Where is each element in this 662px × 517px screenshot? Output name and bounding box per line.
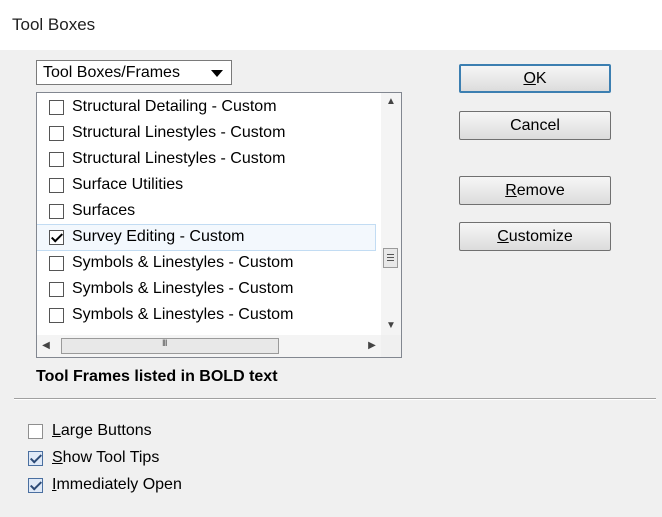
scroll-up-icon[interactable]: ▲	[381, 93, 401, 111]
bold-frames-note: Tool Frames listed in BOLD text	[36, 368, 278, 385]
list-item-label: Symbols & Linestyles - Custom	[72, 254, 294, 271]
customize-accelerator: C	[497, 228, 509, 245]
list-item-checkbox[interactable]	[49, 126, 64, 141]
ok-button[interactable]: OK	[459, 64, 611, 93]
scroll-down-icon[interactable]: ▼	[381, 317, 401, 335]
list-item-label: Surface Utilities	[72, 176, 184, 193]
cancel-button[interactable]: Cancel	[459, 111, 611, 140]
ok-label-rest: K	[535, 70, 547, 87]
list-item-selected[interactable]: Survey Editing - Custom	[37, 224, 376, 251]
tool-box-list[interactable]: Structural Detailing - Custom Structural…	[36, 92, 402, 358]
horizontal-scrollbar[interactable]: ◀ ▶	[37, 335, 381, 357]
large-buttons-label: Large Buttons	[52, 422, 152, 439]
list-item-label: Structural Linestyles - Custom	[72, 150, 286, 167]
tool-boxes-dialog: Tool Boxes Tool Boxes/Frames Structural …	[0, 0, 662, 517]
show-tool-tips-label: Show Tool Tips	[52, 449, 160, 466]
list-item-label: Structural Detailing - Custom	[72, 98, 277, 115]
list-item-checkbox[interactable]	[49, 282, 64, 297]
large-buttons-checkbox[interactable]	[28, 424, 43, 439]
immediately-open-label: Immediately Open	[52, 476, 182, 493]
vertical-scrollbar[interactable]: ▲ ▼	[381, 93, 401, 335]
list-item-label: Survey Editing - Custom	[72, 228, 245, 245]
immediately-open-checkbox[interactable]	[28, 478, 43, 493]
vertical-scroll-thumb[interactable]	[383, 248, 398, 268]
remove-label-rest: emove	[516, 182, 565, 199]
list-item[interactable]: Surface Utilities	[37, 173, 375, 198]
chevron-down-icon	[211, 70, 223, 77]
list-item[interactable]: Symbols & Linestyles - Custom	[37, 251, 375, 276]
scroll-left-icon[interactable]: ◀	[37, 335, 55, 357]
list-item[interactable]: Structural Linestyles - Custom	[37, 147, 375, 172]
list-item-checkbox[interactable]	[49, 152, 64, 167]
list-item-checkbox[interactable]	[49, 178, 64, 193]
list-item-checkbox[interactable]	[49, 204, 64, 219]
list-item-checkbox[interactable]	[49, 308, 64, 323]
list-item-label: Surfaces	[72, 202, 136, 219]
customize-button[interactable]: Customize	[459, 222, 611, 251]
title-bar: Tool Boxes	[0, 0, 662, 50]
list-item-label: Symbols & Linestyles - Custom	[72, 280, 294, 297]
horizontal-scroll-thumb[interactable]	[61, 338, 279, 354]
list-item-label: Structural Linestyles - Custom	[72, 124, 286, 141]
list-item-checkbox[interactable]	[49, 100, 64, 115]
dropdown-selected-value: Tool Boxes/Frames	[43, 64, 180, 81]
scrollbar-corner	[381, 335, 401, 357]
remove-button[interactable]: Remove	[459, 176, 611, 205]
customize-label-rest: ustomize	[508, 228, 573, 245]
list-item-checkbox[interactable]	[49, 256, 64, 271]
list-item[interactable]: Symbols & Linestyles - Custom	[37, 303, 375, 328]
list-item-label: Symbols & Linestyles - Custom	[72, 306, 294, 323]
list-item[interactable]: Structural Linestyles - Custom	[37, 121, 375, 146]
ok-accelerator: O	[523, 70, 536, 87]
list-item[interactable]: Structural Detailing - Custom	[37, 95, 375, 120]
scroll-right-icon[interactable]: ▶	[363, 335, 381, 357]
window-title: Tool Boxes	[12, 15, 96, 34]
divider	[14, 398, 656, 400]
show-tool-tips-checkbox[interactable]	[28, 451, 43, 466]
remove-accelerator: R	[505, 182, 517, 199]
list-item-checkbox[interactable]	[49, 230, 64, 245]
list-item[interactable]: Surfaces	[37, 199, 375, 224]
tool-type-dropdown[interactable]: Tool Boxes/Frames	[36, 60, 232, 85]
list-item[interactable]: Symbols & Linestyles - Custom	[37, 277, 375, 302]
